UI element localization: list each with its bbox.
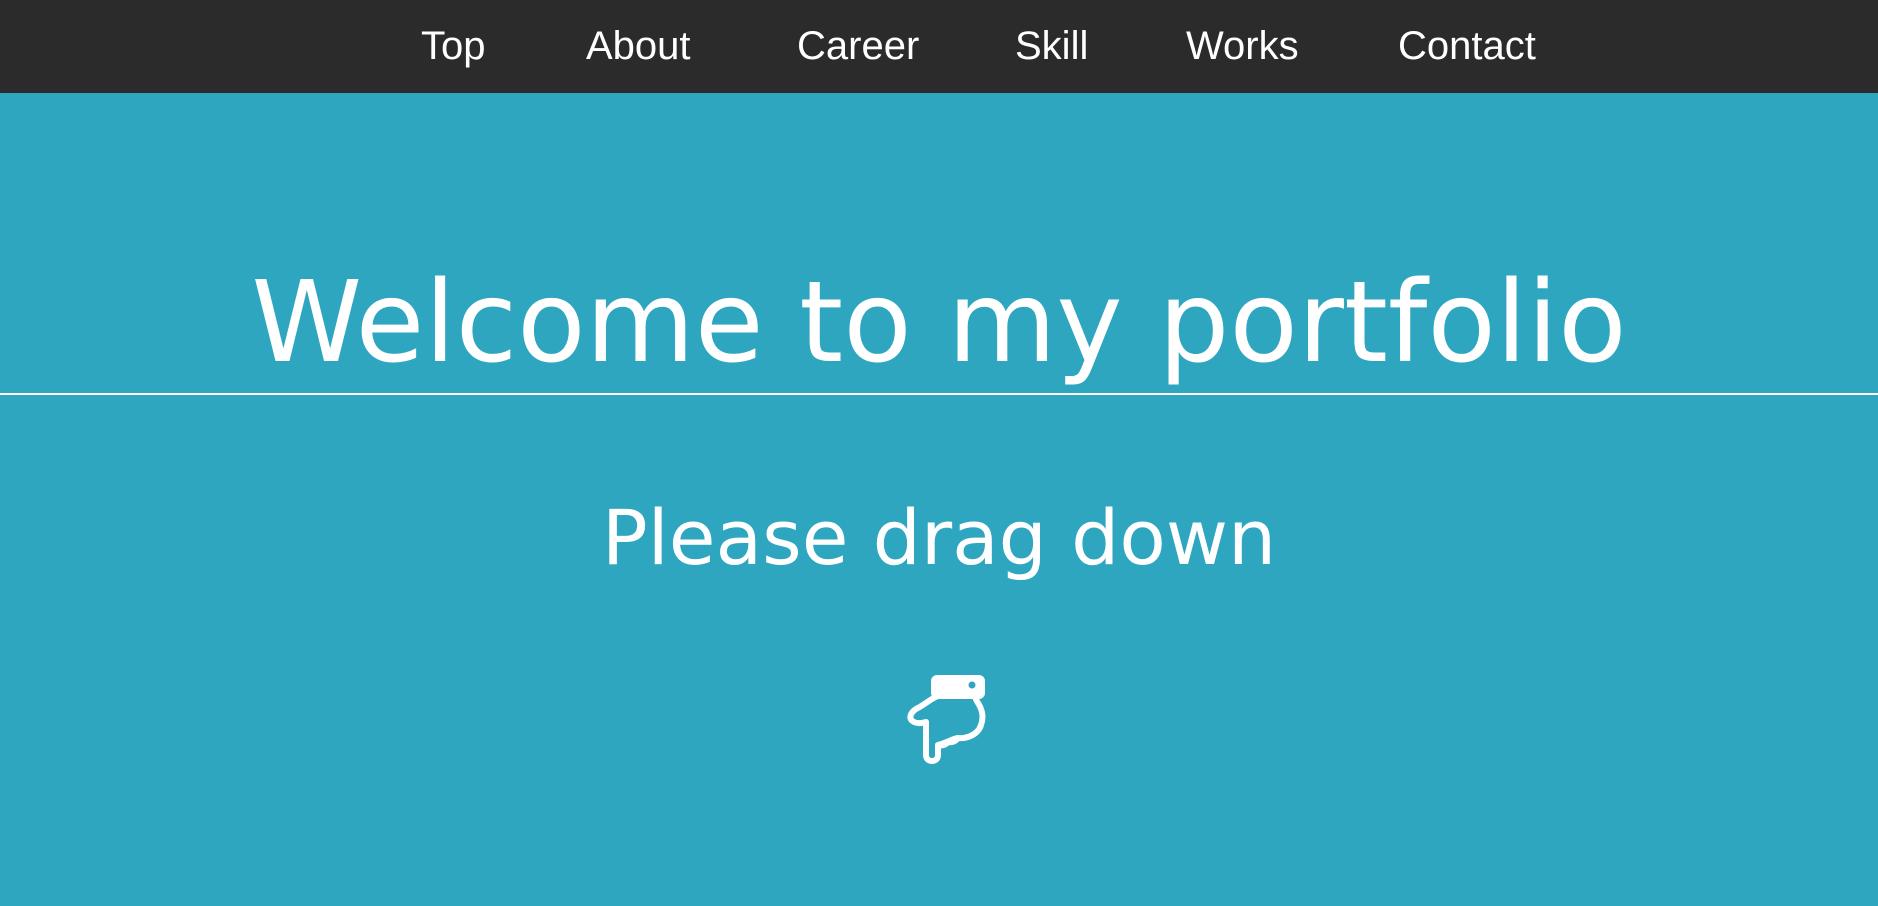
nav-link-about[interactable]: About (586, 0, 691, 93)
hand-pointing-down-icon (907, 675, 986, 764)
nav-link-top[interactable]: Top (421, 0, 486, 93)
nav-link-career[interactable]: Career (797, 0, 919, 93)
hero-title: Welcome to my portfolio (251, 258, 1627, 388)
top-navigation: Top About Career Skill Works Contact (0, 0, 1878, 93)
hero-divider (0, 393, 1878, 395)
hero-subtitle: Please drag down (601, 493, 1277, 582)
hero-section: Welcome to my portfolio Please drag down (0, 93, 1878, 906)
nav-link-contact[interactable]: Contact (1398, 0, 1536, 93)
nav-link-works[interactable]: Works (1186, 0, 1299, 93)
nav-link-skill[interactable]: Skill (1015, 0, 1088, 93)
